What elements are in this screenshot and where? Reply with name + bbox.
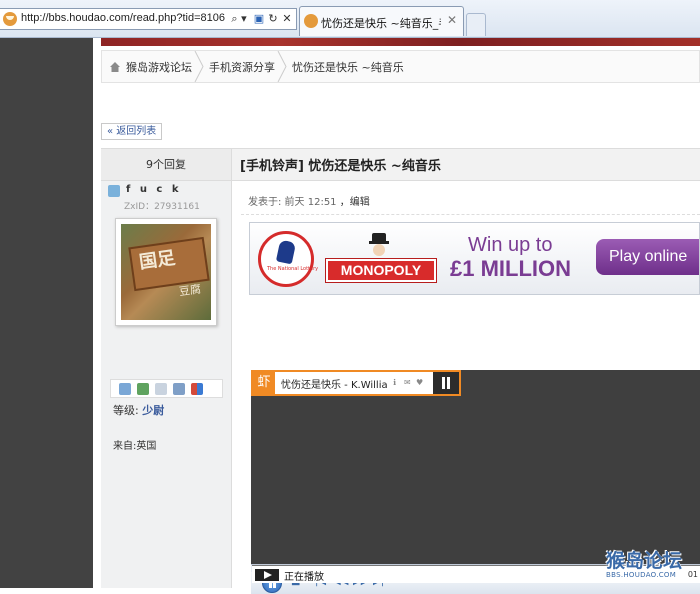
ad-headline-2: £1 MILLION <box>450 256 572 281</box>
page-left-background <box>0 38 93 588</box>
reply-count: 9个回复 <box>101 149 232 180</box>
author-username[interactable]: f u c k <box>126 184 182 195</box>
edit-link[interactable]: ，编辑 <box>340 197 370 208</box>
user-online-icon <box>108 185 120 197</box>
add-friend-icon[interactable] <box>137 383 149 395</box>
forum-page: 猴岛游戏论坛 手机资源分享 忧伤还是快乐 ~纯音乐 « 返回列表 9个回复 [手… <box>93 38 700 594</box>
browser-tab-active[interactable]: 忧伤还是快乐 ~纯音乐_手... ✕ <box>299 6 464 36</box>
compat-view-icon[interactable]: ▣ <box>252 11 266 26</box>
video-icon <box>255 569 279 581</box>
breadcrumb-item-board[interactable]: 手机资源分享 <box>209 59 275 75</box>
stop-icon[interactable]: ✕ <box>280 11 294 26</box>
profile-doc-icon[interactable] <box>155 383 167 395</box>
info-icon[interactable]: ℹ <box>393 378 396 387</box>
player-status-text: 正在播放 <box>284 572 324 583</box>
author-level-value[interactable]: 少尉 <box>142 404 164 417</box>
breadcrumb-separator-icon <box>194 51 204 82</box>
thread-title: [手机铃声] 忧伤还是快乐 ~纯音乐 <box>240 159 441 174</box>
user-card-icon[interactable] <box>173 383 185 395</box>
watermark-title: 猴岛论坛 <box>606 550 683 572</box>
author-uid: ZxID：27931161 <box>124 202 200 212</box>
post-meta: 发表于: 前天 12:51 ，编辑 <box>248 193 370 208</box>
header-banner <box>101 38 700 46</box>
refresh-icon[interactable]: ↻ <box>266 11 280 26</box>
tab-favicon-icon <box>304 14 318 28</box>
favorite-icon[interactable]: ♥ <box>416 378 423 387</box>
browser-toolbar: http://bbs.houdao.com/read.php?tid=8106 … <box>0 0 700 38</box>
avatar-image: 国足 豆腐 <box>121 224 211 320</box>
breadcrumb: 猴岛游戏论坛 手机资源分享 忧伤还是快乐 ~纯音乐 <box>101 50 700 83</box>
search-dropdown-icon[interactable]: ⌕ ▾ <box>228 11 250 26</box>
new-tab-button[interactable] <box>466 13 486 36</box>
post-time: 发表于: 前天 12:51 <box>248 197 337 208</box>
play-online-button[interactable]: Play online <box>596 239 699 275</box>
avatar-sign-text-2: 豆腐 <box>178 282 202 299</box>
ad-headline-1: Win up to <box>468 234 553 256</box>
widget-pause-button[interactable] <box>433 372 459 394</box>
share-icon[interactable]: ✉ <box>404 378 411 387</box>
url-text[interactable]: http://bbs.houdao.com/read.php?tid=8106 <box>21 12 226 24</box>
tab-title: 忧伤还是快乐 ~纯音乐_手... <box>321 17 441 30</box>
author-location: 来自:英国 <box>113 441 157 452</box>
thread-header: 9个回复 [手机铃声] 忧伤还是快乐 ~纯音乐 <box>101 148 700 181</box>
xiami-logo-icon: 虾 <box>253 372 275 394</box>
breadcrumb-separator-icon <box>277 51 287 82</box>
avatar-sign-text: 国足 <box>137 247 177 274</box>
home-icon[interactable] <box>109 61 121 73</box>
user-action-bar <box>110 379 223 398</box>
site-favicon-icon <box>3 12 17 26</box>
post-body: 发表于: 前天 12:51 ，编辑 The National Lottery M… <box>233 181 700 594</box>
author-level: 等级: 少尉 <box>113 404 165 417</box>
music-widget[interactable]: 虾 忧伤还是快乐 - K.William ℹ ✉ ♥ <box>251 370 461 396</box>
send-message-icon[interactable] <box>119 383 131 395</box>
song-title: 忧伤还是快乐 - K.William <box>281 380 387 391</box>
monopoly-logo: MONOPOLY <box>325 258 437 283</box>
apps-icon[interactable] <box>191 383 203 395</box>
address-bar[interactable]: http://bbs.houdao.com/read.php?tid=8106 … <box>0 8 297 30</box>
avatar[interactable]: 国足 豆腐 <box>115 218 217 326</box>
author-panel: f u c k ZxID：27931161 国足 豆腐 等级: 少尉 来自:英国 <box>101 181 232 588</box>
ad-banner[interactable]: The National Lottery MONOPOLY Win up to … <box>249 222 700 295</box>
national-lottery-logo: The National Lottery <box>258 231 318 287</box>
tab-close-icon[interactable]: ✕ <box>447 13 457 27</box>
back-to-list-button[interactable]: « 返回列表 <box>101 123 163 140</box>
watermark-url: BBS.HOUDAO.COM <box>606 571 677 579</box>
monopoly-man-icon <box>368 233 390 260</box>
breadcrumb-item-thread[interactable]: 忧伤还是快乐 ~纯音乐 <box>292 59 404 75</box>
site-watermark: 猴岛论坛 BBS.HOUDAO.COM <box>606 546 700 582</box>
breadcrumb-item-forum[interactable]: 猴岛游戏论坛 <box>126 59 192 75</box>
post-divider <box>241 214 700 215</box>
